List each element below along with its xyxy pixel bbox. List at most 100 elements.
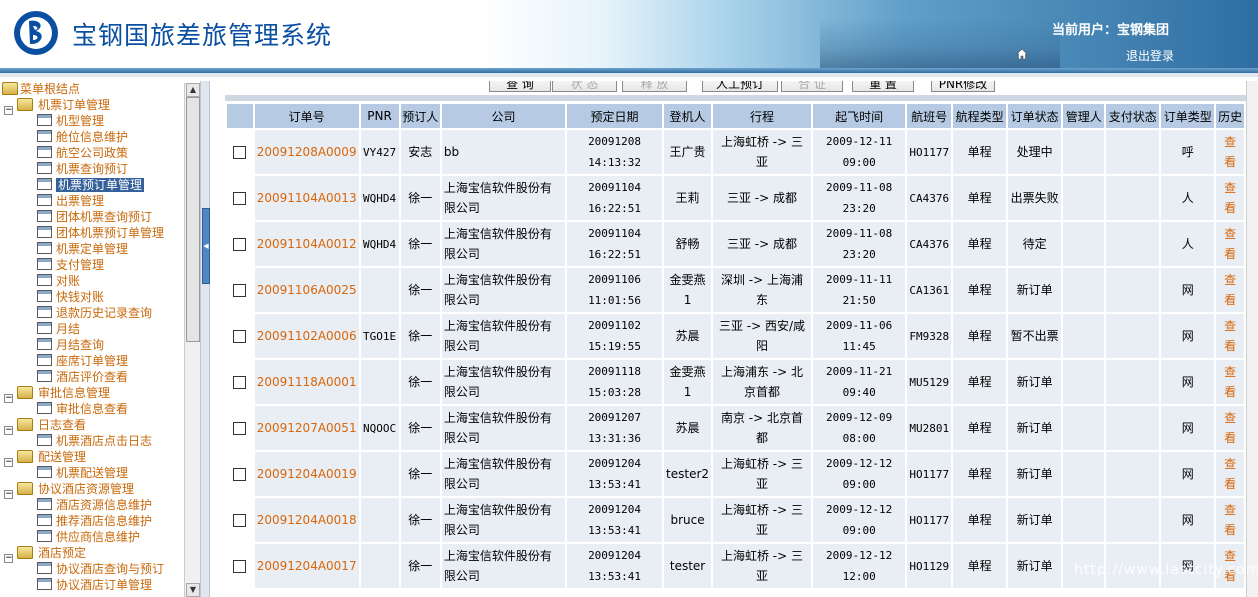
tree-group[interactable]: − 日志查看	[0, 417, 184, 435]
tree-item-label[interactable]: 航空公司政策	[56, 146, 128, 160]
column-header[interactable]: 管理人	[1063, 104, 1105, 128]
order-number-cell[interactable]: 20091118A0001	[254, 360, 359, 404]
scroll-up-arrow-icon[interactable]: ▲	[186, 83, 200, 97]
tree-item[interactable]: 月结查询	[0, 337, 184, 353]
tree-group-label[interactable]: 机票订单管理	[38, 98, 110, 112]
tree-item-label[interactable]: 快钱对账	[56, 290, 104, 304]
tree-item-label[interactable]: 团体机票查询预订	[56, 210, 152, 224]
checkbox-cell[interactable]	[227, 268, 253, 312]
tree-group-label[interactable]: 酒店预定	[38, 546, 86, 560]
tree-root[interactable]: 菜单根结点	[0, 81, 184, 97]
order-number-cell[interactable]: 20091104A0012	[254, 222, 359, 266]
tree-item-label[interactable]: 机票酒店点击日志	[56, 434, 152, 448]
table-row[interactable]: 20091207A0051 NQOOC 徐一 上海宝信软件股份有限公司 20091207…	[227, 406, 1244, 450]
history-view-link[interactable]: 查看	[1224, 503, 1236, 537]
order-number-cell[interactable]: 20091204A0019	[254, 452, 359, 496]
checkbox-cell[interactable]	[227, 452, 253, 496]
history-cell[interactable]: 查看	[1216, 222, 1244, 266]
tree-item-label[interactable]: 团体机票预订单管理	[56, 226, 164, 240]
history-cell[interactable]: 查看	[1216, 268, 1244, 312]
tree-item-label[interactable]: 机票配送管理	[56, 466, 128, 480]
order-number-link[interactable]: 20091102A0006	[257, 329, 357, 343]
tree-item-label[interactable]: 推荐酒店信息维护	[56, 514, 152, 528]
column-header[interactable]: 预订人	[400, 104, 440, 128]
history-view-link[interactable]: 查看	[1224, 365, 1236, 399]
tree-item-label[interactable]: 供应商信息维护	[56, 530, 140, 544]
tree-item-label[interactable]: 座席订单管理	[56, 354, 128, 368]
order-number-cell[interactable]: 20091106A0025	[254, 268, 359, 312]
tree-item[interactable]: 航空公司政策	[0, 145, 184, 161]
tree-item-label[interactable]: 出票管理	[56, 194, 104, 208]
column-header[interactable]: 公司	[441, 104, 566, 128]
tree-group-label[interactable]: 审批信息管理	[38, 386, 110, 400]
order-number-cell[interactable]: 20091204A0017	[254, 544, 359, 588]
order-number-link[interactable]: 20091204A0019	[257, 467, 357, 481]
tree-item-label[interactable]: 协议酒店查询与预订	[56, 562, 164, 576]
order-number-cell[interactable]: 20091208A0009	[254, 130, 359, 174]
checkbox-cell[interactable]	[227, 130, 253, 174]
tree-item-label[interactable]: 月结查询	[56, 338, 104, 352]
column-header[interactable]: 支付状态	[1106, 104, 1160, 128]
order-number-link[interactable]: 20091204A0017	[257, 559, 357, 573]
table-row[interactable]: 20091106A0025 徐一 上海宝信软件股份有限公司 20091106 11:01…	[227, 268, 1244, 312]
row-checkbox[interactable]	[233, 146, 247, 159]
tree-item-label[interactable]: 酒店评价查看	[56, 370, 128, 384]
logout-link[interactable]: 退出登录	[1126, 47, 1174, 64]
history-cell[interactable]: 查看	[1216, 130, 1244, 174]
checkbox-cell[interactable]	[227, 314, 253, 358]
row-checkbox[interactable]	[233, 422, 247, 435]
tree-item[interactable]: 机票酒店点击日志	[0, 433, 184, 449]
order-number-link[interactable]: 20091106A0025	[257, 283, 357, 297]
tree-item-label[interactable]: 机型管理	[56, 114, 104, 128]
tree-item[interactable]: 座席订单管理	[0, 353, 184, 369]
table-row[interactable]: 20091204A0018 徐一 上海宝信软件股份有限公司 20091204 13:53…	[227, 498, 1244, 542]
tree-item[interactable]: 出票管理	[0, 193, 184, 209]
tree-item[interactable]: 机型管理	[0, 113, 184, 129]
scrollbar-thumb[interactable]	[186, 97, 200, 342]
tree-item-label[interactable]: 舱位信息维护	[56, 130, 128, 144]
history-view-link[interactable]: 查看	[1224, 411, 1236, 445]
history-cell[interactable]: 查看	[1216, 406, 1244, 450]
column-header[interactable]: 行程	[713, 104, 811, 128]
tree-group-label[interactable]: 日志查看	[38, 418, 86, 432]
tree-item[interactable]: 团体机票预订单管理	[0, 225, 184, 241]
row-checkbox[interactable]	[233, 238, 247, 251]
column-header[interactable]: PNR	[360, 104, 399, 128]
tree-item-label[interactable]: 机票查询预订	[56, 162, 128, 176]
checkbox-cell[interactable]	[227, 544, 253, 588]
order-number-cell[interactable]: 20091104A0013	[254, 176, 359, 220]
tree-item-label[interactable]: 审批信息查看	[56, 402, 128, 416]
tree-item[interactable]: 协议酒店订单管理	[0, 577, 184, 593]
column-header[interactable]: 航程类型	[953, 104, 1007, 128]
tree-root-label[interactable]: 菜单根结点	[20, 82, 80, 96]
column-header[interactable]	[227, 104, 253, 128]
history-cell[interactable]: 查看	[1216, 452, 1244, 496]
tree-item-label[interactable]: 月结	[56, 322, 80, 336]
tree-item[interactable]: 供应商信息维护	[0, 529, 184, 545]
tree-group-label[interactable]: 协议酒店资源管理	[38, 482, 134, 496]
order-number-cell[interactable]: 20091102A0006	[254, 314, 359, 358]
tree-item[interactable]: 协议酒店查询与预订	[0, 561, 184, 577]
history-view-link[interactable]: 查看	[1224, 181, 1236, 215]
tree-item-label[interactable]: 退款历史记录查询	[56, 306, 152, 320]
tree-item[interactable]: 舱位信息维护	[0, 129, 184, 145]
row-checkbox[interactable]	[233, 468, 247, 481]
toolbar-button[interactable]: PNR修改	[931, 81, 995, 92]
column-header[interactable]: 预定日期	[567, 104, 663, 128]
table-row[interactable]: 20091104A0013 WQHD4 徐一 上海宝信软件股份有限公司 20091104…	[227, 176, 1244, 220]
table-row[interactable]: 20091104A0012 WQHD4 徐一 上海宝信软件股份有限公司 20091104…	[227, 222, 1244, 266]
tree-item[interactable]: 酒店评价查看	[0, 369, 184, 385]
column-header[interactable]: 航班号	[907, 104, 952, 128]
checkbox-cell[interactable]	[227, 176, 253, 220]
toolbar-button[interactable]: 人工预订	[702, 81, 778, 92]
order-number-link[interactable]: 20091204A0018	[257, 513, 357, 527]
history-cell[interactable]: 查看	[1216, 360, 1244, 404]
row-checkbox[interactable]	[233, 284, 247, 297]
tree-group[interactable]: − 配送管理	[0, 449, 184, 467]
table-row[interactable]: 20091102A0006 TGO1E 徐一 上海宝信软件股份有限公司 20091102…	[227, 314, 1244, 358]
tree-item[interactable]: 酒店资源信息维护	[0, 497, 184, 513]
tree-item-label[interactable]: 协议酒店订单管理	[56, 578, 152, 592]
tree-item[interactable]: 机票查询预订	[0, 161, 184, 177]
tree-item-label[interactable]: 支付管理	[56, 258, 104, 272]
tree-item-label[interactable]: 机票定单管理	[56, 242, 128, 256]
